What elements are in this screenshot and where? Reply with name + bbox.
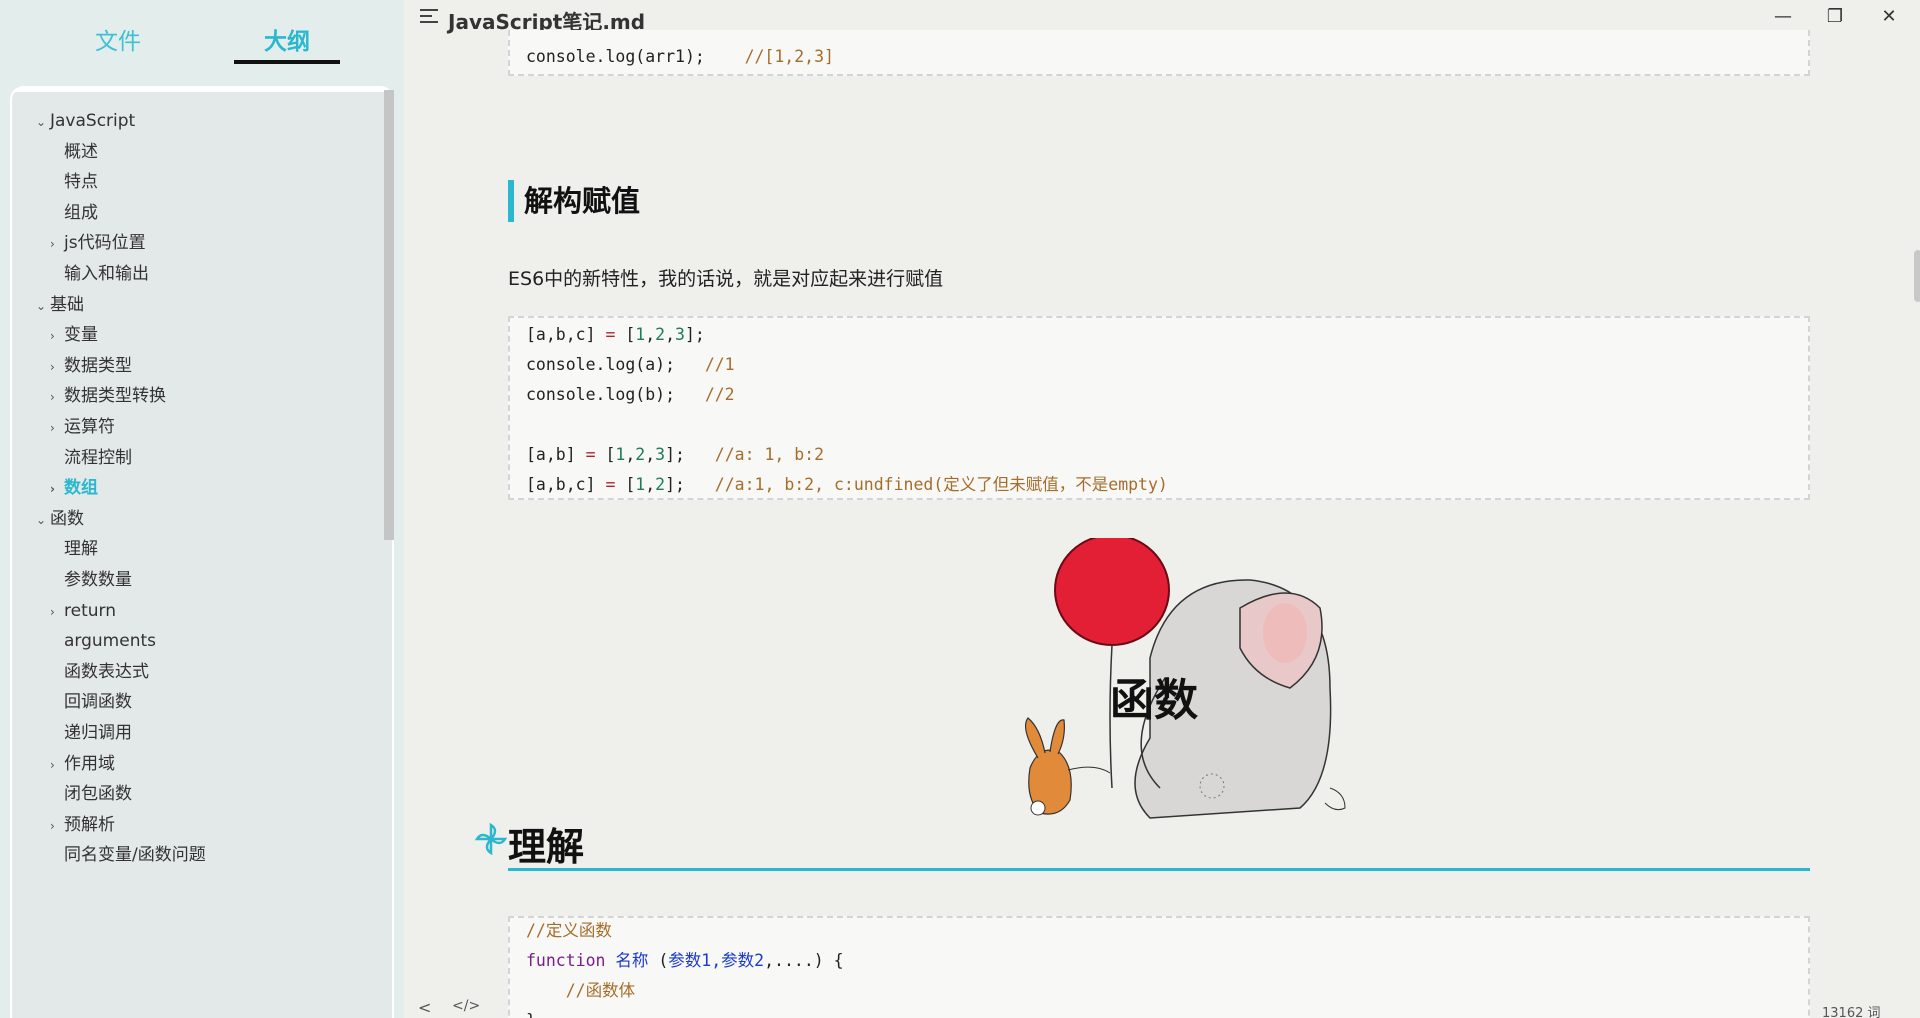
outline-scrollbar[interactable] — [384, 90, 394, 540]
outline-item-label: 数据类型转换 — [64, 386, 166, 407]
code-line: //定义函数 — [526, 921, 612, 940]
outline-item[interactable]: 特点 — [50, 167, 98, 197]
code-line: [a,b,c] = [1,2,3]; — [526, 325, 705, 344]
outline-item[interactable]: ⌄ 基础 — [36, 290, 84, 320]
outline-item-label: 预解析 — [64, 814, 115, 835]
chevron-right-icon[interactable]: › — [50, 474, 64, 504]
outline-item[interactable]: 概述 — [50, 137, 98, 167]
outline-item-label: 函数 — [50, 508, 84, 529]
outline-item-label: 同名变量/函数问题 — [64, 845, 206, 866]
outline-item-label: 基础 — [50, 294, 84, 315]
outline-item-label: 闭包函数 — [64, 784, 132, 805]
word-count: 13162 词 — [1822, 1006, 1881, 1018]
outline-item-label: 数组 — [64, 478, 98, 499]
code-line: console.log(b); //2 — [526, 385, 735, 404]
outline-item[interactable]: › 数组 — [50, 473, 98, 503]
chevron-right-icon[interactable]: › — [50, 811, 64, 841]
outline-item[interactable]: › 数据类型转换 — [50, 381, 166, 411]
outline-item-label: 运算符 — [64, 417, 115, 437]
outline-item[interactable]: 同名变量/函数问题 — [50, 840, 206, 870]
editor-scrollbar[interactable] — [1914, 250, 1920, 302]
outline-item[interactable]: 函数表达式 — [50, 657, 149, 687]
heading-understanding: 理解 — [508, 825, 585, 869]
paragraph-es6: ES6中的新特性，我的话说，就是对应起来进行赋值 — [508, 268, 944, 290]
outline-item-label: 概述 — [64, 141, 98, 162]
outline-item[interactable]: 理解 — [50, 534, 98, 564]
code-line: console.log(a); //1 — [526, 355, 735, 374]
outline-item-label: 输入和输出 — [64, 264, 149, 284]
code-line: } — [526, 1006, 536, 1018]
outline-item[interactable]: 参数数量 — [50, 565, 132, 595]
chevron-down-icon[interactable]: ⌄ — [36, 291, 50, 321]
outline-item[interactable]: 回调函数 — [50, 687, 132, 717]
outline-item-label: arguments — [64, 631, 156, 652]
outline-item[interactable]: 流程控制 — [50, 443, 132, 473]
outline-item[interactable]: › 作用域 — [50, 749, 115, 779]
outline-item-label: return — [64, 600, 116, 621]
outline-item[interactable]: 闭包函数 — [50, 779, 132, 809]
outline-item-label: 流程控制 — [64, 447, 132, 468]
code-block-function[interactable]: //定义函数 function 名称 (参数1,参数2,....) { //函数体… — [508, 916, 1810, 1018]
chevron-right-icon[interactable]: › — [50, 352, 64, 382]
tab-outline[interactable]: 大纲 — [264, 22, 310, 56]
outline-item[interactable]: ⌄ 函数 — [36, 504, 84, 534]
outline-item-label: 数据类型 — [64, 355, 132, 376]
outline-item[interactable]: › return — [50, 596, 116, 626]
outline-item-label: 参数数量 — [64, 570, 132, 590]
editor-content[interactable]: console.log(arr1); //[1,2,3] 解构赋值 ES6中的新… — [404, 0, 1920, 1018]
chevron-right-icon[interactable]: › — [50, 229, 64, 259]
outline-panel: ⌄ JavaScript 概述 特点 组成 › js代码位置 输入和输出 ⌄ 基础 › 变量 › 数据类型… — [10, 86, 394, 1018]
code-line: console.log(arr1); //[1,2,3] — [526, 47, 834, 66]
outline-item[interactable]: ⌄ JavaScript — [36, 106, 135, 136]
outline-item[interactable]: 组成 — [50, 198, 98, 228]
code-line: [a,b] = [1,2,3]; //a: 1, b:2 — [526, 445, 825, 464]
active-tab-indicator — [234, 60, 340, 64]
chevron-right-icon[interactable]: › — [50, 597, 64, 627]
pinwheel-icon — [474, 822, 508, 856]
chevron-right-icon[interactable]: › — [50, 750, 64, 780]
outline-item-label: 回调函数 — [64, 692, 132, 713]
chevron-down-icon[interactable]: ⌄ — [36, 107, 50, 137]
code-block-top[interactable]: console.log(arr1); //[1,2,3] — [508, 30, 1810, 76]
code-line: [a,b,c] = [1,2]; //a:1, b:2, c:undfined(… — [526, 475, 1168, 494]
heading-underline — [508, 868, 1810, 871]
outline-item-label: 作用域 — [64, 753, 115, 774]
outline-item-label: js代码位置 — [64, 233, 146, 254]
outline-item[interactable]: 输入和输出 — [50, 259, 149, 289]
illustration-caption: 函数 — [1110, 675, 1198, 726]
tab-files[interactable]: 文件 — [95, 22, 141, 56]
sidebar-tabs: 文件 大纲 — [0, 0, 404, 80]
chevron-right-icon[interactable]: › — [50, 321, 64, 351]
code-block-destructuring[interactable]: [a,b,c] = [1,2,3]; console.log(a); //1 con… — [508, 316, 1810, 500]
outline-item-label: 变量 — [64, 325, 98, 346]
source-mode-icon[interactable]: </> — [452, 998, 480, 1014]
outline-item-label: JavaScript — [50, 111, 136, 131]
sidebar: 文件 大纲 ⌄ JavaScript 概述 特点 组成 › js代码位置 输入和输出 ⌄ 基础 › 变… — [0, 0, 404, 1018]
code-line: //函数体 — [526, 981, 636, 1000]
outline-item-label: 递归调用 — [64, 723, 132, 743]
outline-item[interactable]: › 变量 — [50, 320, 98, 350]
chevron-right-icon[interactable]: › — [50, 413, 64, 443]
outline-item-label: 函数表达式 — [64, 661, 149, 682]
chevron-right-icon[interactable]: › — [50, 382, 64, 412]
outline-item[interactable]: 递归调用 — [50, 718, 132, 748]
outline-item[interactable]: › 运算符 — [50, 412, 115, 442]
outline-item[interactable]: › 数据类型 — [50, 351, 132, 381]
outline-item[interactable]: arguments — [50, 626, 156, 656]
code-line: function 名称 (参数1,参数2,....) { — [526, 951, 844, 970]
outline-item-label: 特点 — [64, 172, 98, 193]
chevron-down-icon[interactable]: ⌄ — [36, 505, 50, 535]
outline-item[interactable]: › 预解析 — [50, 810, 115, 840]
outline-item-label: 理解 — [64, 539, 98, 560]
back-icon[interactable]: < — [418, 998, 431, 1017]
outline-item-label: 组成 — [64, 202, 98, 223]
heading-destructuring: 解构赋值 — [508, 180, 640, 222]
outline-item[interactable]: › js代码位置 — [50, 228, 146, 258]
